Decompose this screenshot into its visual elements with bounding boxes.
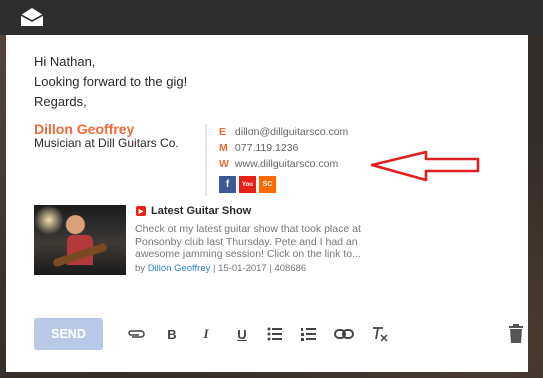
youtube-small-icon: ▶	[136, 206, 146, 216]
clear-format-icon[interactable]	[370, 325, 390, 343]
envelope-open-icon[interactable]	[19, 7, 45, 32]
app-header	[0, 0, 543, 35]
compose-window: Hi Nathan, Looking forward to the gig! R…	[6, 35, 528, 372]
web-label: W	[219, 158, 229, 170]
closing: Regards,	[34, 94, 87, 109]
signature-name: Dillon Geoffrey	[34, 121, 135, 137]
email-label: E	[219, 126, 227, 138]
facebook-icon[interactable]: f	[219, 176, 236, 193]
email-link[interactable]: dillon@dillguitarsco.com	[235, 126, 348, 138]
numbered-list-icon[interactable]	[299, 325, 319, 343]
signature-title: Musician at Dill Guitars Co.	[34, 136, 179, 150]
underline-icon[interactable]: U	[232, 325, 252, 343]
contact-web-row: W www.dillguitarsco.com	[219, 156, 348, 172]
bulleted-list-icon[interactable]	[265, 325, 285, 343]
bold-icon[interactable]: B	[162, 325, 182, 343]
message-line: Looking forward to the gig!	[34, 74, 188, 89]
soundcloud-icon[interactable]: SC	[259, 176, 276, 193]
web-link[interactable]: www.dillguitarsco.com	[235, 158, 338, 170]
by-label: by	[135, 263, 146, 274]
video-title[interactable]: Latest Guitar Show	[151, 205, 251, 217]
video-thumbnail[interactable]	[34, 205, 126, 275]
video-title-row: ▶ Latest Guitar Show	[136, 205, 251, 217]
youtube-icon[interactable]: You	[239, 176, 256, 193]
video-meta: by Dillon Geoffrey | 15-01-2017 | 408686	[135, 263, 306, 274]
trash-icon[interactable]	[508, 324, 524, 348]
contact-email-row: E dillon@dillguitarsco.com	[219, 124, 348, 140]
signature-contact: E dillon@dillguitarsco.com M 077.119.123…	[219, 124, 348, 172]
compose-toolbar: SEND B I U	[34, 318, 523, 350]
link-icon[interactable]	[334, 325, 354, 343]
greeting: Hi Nathan,	[34, 54, 96, 69]
paperclip-icon[interactable]	[126, 325, 146, 343]
video-date: 15-01-2017	[218, 263, 267, 274]
annotation-arrow-icon	[370, 150, 480, 182]
stage-light	[34, 205, 64, 235]
italic-icon[interactable]: I	[196, 325, 216, 343]
mobile-label: M	[219, 142, 228, 154]
social-links: f You SC	[219, 176, 276, 193]
video-author-link[interactable]: Dillon Geoffrey	[148, 263, 211, 274]
contact-mobile-row: M 077.119.1236	[219, 140, 348, 156]
video-views: 408686	[274, 263, 307, 274]
signature-divider	[205, 124, 207, 196]
mobile-number: 077.119.1236	[234, 142, 299, 154]
video-description: Check ot my latest guitar show that took…	[135, 223, 361, 260]
message-body[interactable]: Hi Nathan, Looking forward to the gig! R…	[34, 52, 187, 112]
send-button[interactable]: SEND	[34, 318, 103, 350]
